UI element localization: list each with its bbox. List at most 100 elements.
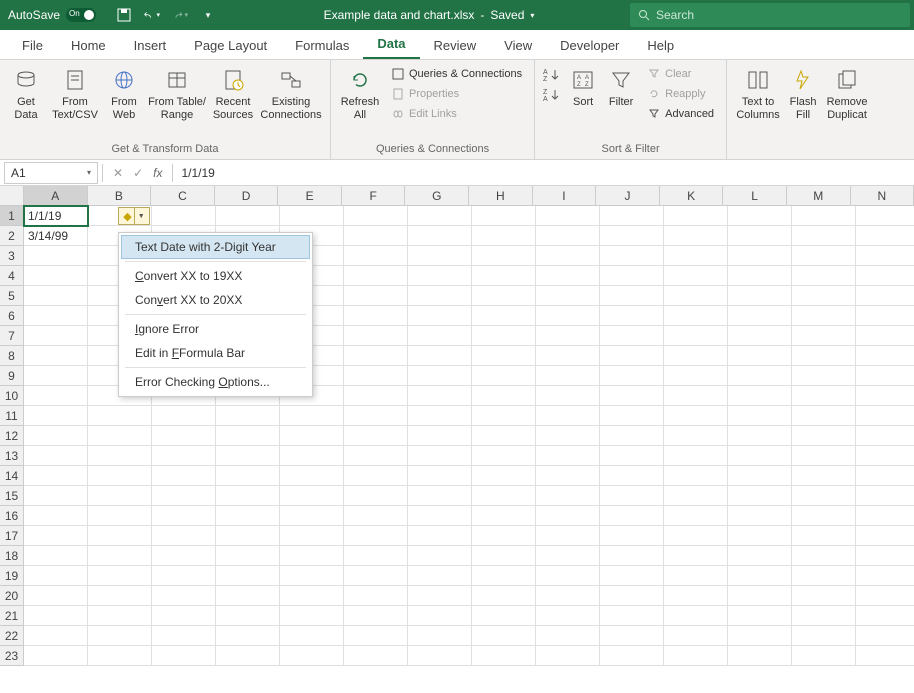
cell-I16[interactable] — [536, 506, 600, 526]
cell-F13[interactable] — [344, 446, 408, 466]
cell-J13[interactable] — [600, 446, 664, 466]
from-text-csv-button[interactable]: From Text/CSV — [48, 64, 102, 126]
cell-H12[interactable] — [472, 426, 536, 446]
cell-J9[interactable] — [600, 366, 664, 386]
cell-I5[interactable] — [536, 286, 600, 306]
recent-sources-button[interactable]: Recent Sources — [210, 64, 256, 126]
cell-C20[interactable] — [152, 586, 216, 606]
cell-B18[interactable] — [88, 546, 152, 566]
cell-A10[interactable] — [24, 386, 88, 406]
cell-E15[interactable] — [280, 486, 344, 506]
cell-I21[interactable] — [536, 606, 600, 626]
cell-G12[interactable] — [408, 426, 472, 446]
tab-home[interactable]: Home — [57, 32, 120, 59]
cell-B13[interactable] — [88, 446, 152, 466]
cell-F21[interactable] — [344, 606, 408, 626]
cell-D18[interactable] — [216, 546, 280, 566]
cell-A2[interactable]: 3/14/99 — [24, 226, 88, 246]
cell-G8[interactable] — [408, 346, 472, 366]
cell-A17[interactable] — [24, 526, 88, 546]
row-header-20[interactable]: 20 — [0, 586, 23, 606]
cell-N7[interactable] — [856, 326, 914, 346]
cell-C12[interactable] — [152, 426, 216, 446]
cell-N11[interactable] — [856, 406, 914, 426]
refresh-all-button[interactable]: Refresh All — [337, 64, 383, 126]
cell-K17[interactable] — [664, 526, 728, 546]
cell-J16[interactable] — [600, 506, 664, 526]
cell-I22[interactable] — [536, 626, 600, 646]
cell-J21[interactable] — [600, 606, 664, 626]
cell-H9[interactable] — [472, 366, 536, 386]
cell-I6[interactable] — [536, 306, 600, 326]
autosave-toggle[interactable]: On — [66, 8, 96, 22]
from-table-range-button[interactable]: From Table/ Range — [146, 64, 208, 126]
cell-G18[interactable] — [408, 546, 472, 566]
cell-M8[interactable] — [792, 346, 856, 366]
cell-C13[interactable] — [152, 446, 216, 466]
cell-M22[interactable] — [792, 626, 856, 646]
cell-E21[interactable] — [280, 606, 344, 626]
cell-E13[interactable] — [280, 446, 344, 466]
cell-H19[interactable] — [472, 566, 536, 586]
cell-A9[interactable] — [24, 366, 88, 386]
cell-A6[interactable] — [24, 306, 88, 326]
cell-I7[interactable] — [536, 326, 600, 346]
row-header-17[interactable]: 17 — [0, 526, 23, 546]
name-box[interactable]: A1 ▾ — [4, 162, 98, 184]
tab-review[interactable]: Review — [420, 32, 491, 59]
tab-help[interactable]: Help — [633, 32, 688, 59]
cell-C23[interactable] — [152, 646, 216, 666]
cell-K19[interactable] — [664, 566, 728, 586]
cell-I3[interactable] — [536, 246, 600, 266]
cell-K11[interactable] — [664, 406, 728, 426]
cell-N20[interactable] — [856, 586, 914, 606]
remove-duplicates-button[interactable]: Remove Duplicat — [823, 64, 871, 126]
cell-C19[interactable] — [152, 566, 216, 586]
row-header-21[interactable]: 21 — [0, 606, 23, 626]
cell-L6[interactable] — [728, 306, 792, 326]
cell-A7[interactable] — [24, 326, 88, 346]
cell-L18[interactable] — [728, 546, 792, 566]
cell-F11[interactable] — [344, 406, 408, 426]
cell-I1[interactable] — [536, 206, 600, 226]
cell-F2[interactable] — [344, 226, 408, 246]
tab-data[interactable]: Data — [363, 30, 419, 59]
cell-A4[interactable] — [24, 266, 88, 286]
col-header-G[interactable]: G — [405, 186, 469, 205]
cell-J1[interactable] — [600, 206, 664, 226]
cell-C18[interactable] — [152, 546, 216, 566]
row-header-22[interactable]: 22 — [0, 626, 23, 646]
cell-J23[interactable] — [600, 646, 664, 666]
tab-insert[interactable]: Insert — [120, 32, 181, 59]
cell-G13[interactable] — [408, 446, 472, 466]
cell-A18[interactable] — [24, 546, 88, 566]
cell-H4[interactable] — [472, 266, 536, 286]
cell-K18[interactable] — [664, 546, 728, 566]
cell-G22[interactable] — [408, 626, 472, 646]
cell-N3[interactable] — [856, 246, 914, 266]
cell-G9[interactable] — [408, 366, 472, 386]
cell-N5[interactable] — [856, 286, 914, 306]
undo-icon[interactable]: ▾ — [144, 7, 160, 23]
cell-G7[interactable] — [408, 326, 472, 346]
cell-L10[interactable] — [728, 386, 792, 406]
cell-D19[interactable] — [216, 566, 280, 586]
row-header-23[interactable]: 23 — [0, 646, 23, 666]
row-header-14[interactable]: 14 — [0, 466, 23, 486]
cell-G19[interactable] — [408, 566, 472, 586]
row-header-3[interactable]: 3 — [0, 246, 23, 266]
cell-N23[interactable] — [856, 646, 914, 666]
edit-links-button[interactable]: Edit Links — [385, 104, 528, 124]
cell-B17[interactable] — [88, 526, 152, 546]
cell-F9[interactable] — [344, 366, 408, 386]
reapply-button[interactable]: Reapply — [641, 84, 720, 104]
redo-icon[interactable]: ▾ — [172, 7, 188, 23]
cell-N10[interactable] — [856, 386, 914, 406]
cell-K1[interactable] — [664, 206, 728, 226]
cell-A12[interactable] — [24, 426, 88, 446]
col-header-N[interactable]: N — [851, 186, 914, 205]
cell-G23[interactable] — [408, 646, 472, 666]
name-box-dropdown-icon[interactable]: ▾ — [87, 168, 91, 177]
row-header-6[interactable]: 6 — [0, 306, 23, 326]
cell-E22[interactable] — [280, 626, 344, 646]
